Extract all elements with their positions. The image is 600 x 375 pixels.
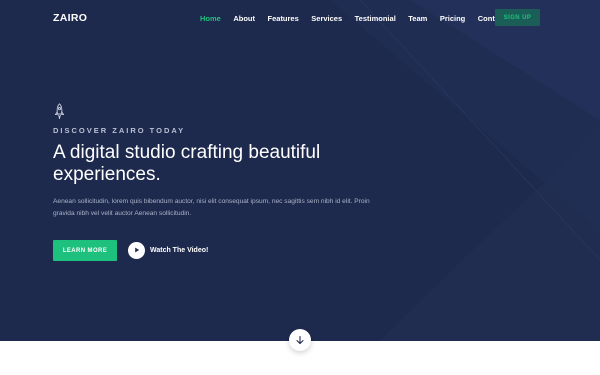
watch-video-label: Watch The Video! <box>150 246 209 254</box>
watch-video-button[interactable]: Watch The Video! <box>128 241 208 259</box>
nav-item-testimonial[interactable]: Testimonial <box>355 14 396 23</box>
hero-section: ZAIRO Home About Features Services Testi… <box>0 0 600 341</box>
hero-headline: A digital studio crafting beautiful expe… <box>53 142 321 185</box>
arrow-down-icon <box>296 335 304 345</box>
play-icon[interactable] <box>128 241 145 259</box>
nav-item-services[interactable]: Services <box>311 14 342 23</box>
rocket-icon <box>54 103 65 120</box>
nav-item-pricing[interactable]: Pricing <box>440 14 465 23</box>
brand-logo[interactable]: ZAIRO <box>53 12 87 24</box>
nav-item-about[interactable]: About <box>233 14 255 23</box>
scroll-down-button[interactable] <box>289 329 311 351</box>
hero-eyebrow: DISCOVER ZAIRO TODAY <box>53 126 186 135</box>
main-nav: Home About Features Services Testimonial… <box>200 11 518 25</box>
nav-item-features[interactable]: Features <box>268 14 299 23</box>
nav-item-team[interactable]: Team <box>408 14 427 23</box>
hero-description: Aenean sollicitudin, lorem quis bibendum… <box>53 198 370 217</box>
learn-more-button[interactable]: LEARN MORE <box>53 240 117 261</box>
nav-item-home[interactable]: Home <box>200 14 221 23</box>
sign-up-button[interactable]: SIGN UP <box>495 9 540 26</box>
